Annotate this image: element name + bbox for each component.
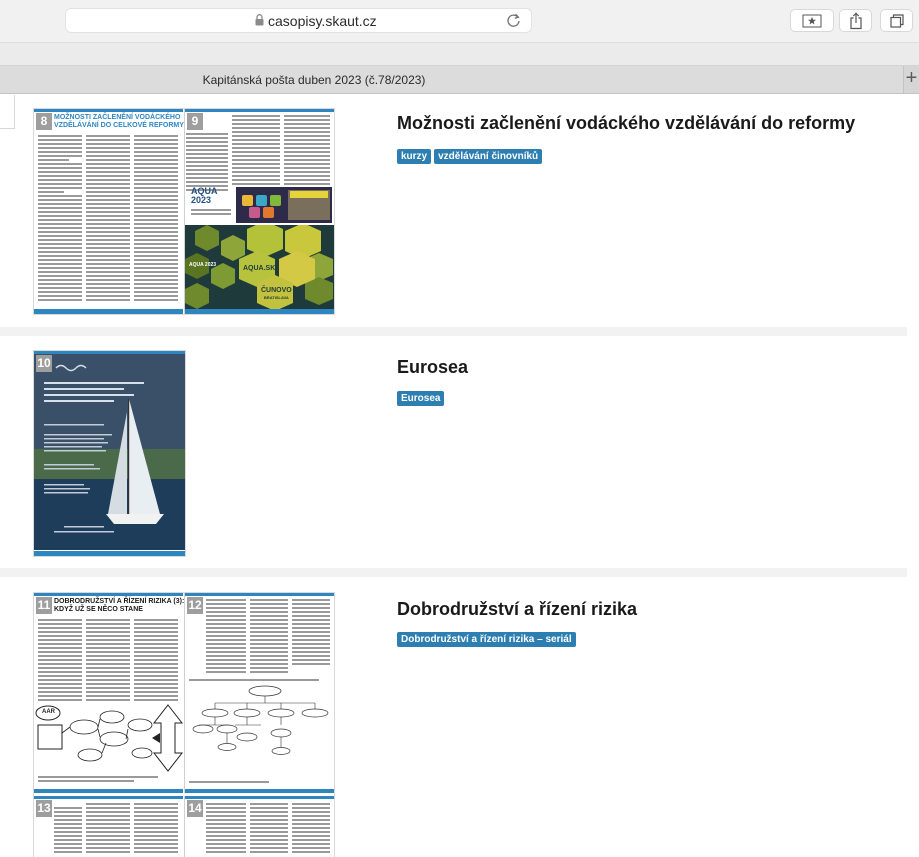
article-title[interactable]: Možnosti začlenění vodáckého vzdělávání … [397, 113, 855, 134]
tag-list: kurzy vzdělávání činovníků [397, 149, 543, 164]
lock-icon [255, 14, 264, 26]
bookmark-star-icon [802, 14, 822, 27]
tag-vzdelavani-cinovniku[interactable]: vzdělávání činovníků [434, 149, 543, 164]
page-number: 9 [187, 113, 203, 130]
page-top-bar [185, 109, 334, 112]
article-title[interactable]: Dobrodružství a řízení rizika [397, 599, 637, 620]
new-tab-button[interactable]: + [903, 66, 919, 93]
share-button[interactable] [839, 9, 872, 32]
page-footer-bar [34, 551, 185, 556]
aqua-poster-top [236, 187, 332, 223]
thumb-heading: DOBRODRUŽSTVÍ A ŘÍZENÍ RIZIKA (3): KDYŽ … [54, 598, 185, 613]
article-title[interactable]: Eurosea [397, 357, 468, 378]
tag-dobrodruzstvi-serial[interactable]: Dobrodružství a řízení rizika – seriál [397, 632, 576, 647]
article-eurosea: 10 Eurosea Eurosea [0, 336, 907, 568]
bookmark-button[interactable] [790, 9, 834, 32]
page-number: 11 [36, 597, 52, 614]
page-number: 12 [187, 597, 203, 614]
article-dobrodruzstvi: 11 DOBRODRUŽSTVÍ A ŘÍZENÍ RIZIKA (3): KD… [0, 577, 907, 857]
thumb-heading: MOŽNOSTI ZAČLENĚNÍ VODÁCKÉHO VZDĚLÁVÁNÍ … [54, 114, 184, 129]
article-thumbnail[interactable]: 11 DOBRODRUŽSTVÍ A ŘÍZENÍ RIZIKA (3): KD… [34, 593, 334, 857]
aar-diagram [35, 704, 184, 772]
article-moznosti: 8 MOŽNOSTI ZAČLENĚNÍ VODÁCKÉHO VZDĚLÁVÁN… [0, 95, 907, 327]
page-number: 14 [187, 800, 203, 817]
article-thumbnail[interactable]: 8 MOŽNOSTI ZAČLENĚNÍ VODÁCKÉHO VZDĚLÁVÁN… [34, 109, 334, 314]
browser-toolbar: casopisy.skaut.cz [0, 0, 919, 43]
tabs-overview-button[interactable] [880, 9, 913, 32]
tab-bar: Kapitánská pošta duben 2023 (č.78/2023) … [0, 66, 919, 94]
aqua-poster: AQUA.SK AQUA 2023 ČUNOVO BRATISLAVA [185, 225, 334, 309]
tab-title: Kapitánská pošta duben 2023 (č.78/2023) [202, 73, 426, 87]
tab-kapitanska-posta[interactable]: Kapitánská pošta duben 2023 (č.78/2023) [0, 66, 904, 93]
page-number: 10 [36, 355, 52, 372]
article-separator [0, 327, 907, 336]
tag-kurzy[interactable]: kurzy [397, 149, 432, 164]
page-top-bar [185, 593, 334, 596]
page-number: 13 [36, 800, 52, 817]
aqua-sk-label: AQUA.SK [243, 265, 276, 272]
tag-list: Eurosea [397, 391, 445, 406]
page-footer-bar [185, 309, 334, 314]
address-bar[interactable]: casopisy.skaut.cz [65, 8, 532, 33]
page-top-bar [34, 109, 183, 112]
cunovo-label: ČUNOVO BRATISLAVA [261, 287, 292, 300]
aar-label: AAR [42, 709, 55, 715]
aqua-logo-text: AQUA 2023 [191, 186, 218, 205]
page-top-bar [185, 796, 334, 799]
reload-icon[interactable] [505, 12, 522, 29]
page-number: 8 [36, 113, 52, 130]
aqua-2023-label: AQUA 2023 [189, 262, 217, 268]
eurosea-photo [34, 354, 185, 550]
tag-list: Dobrodružství a řízení rizika – seriál [397, 632, 576, 647]
page-footer-bar [34, 309, 183, 314]
page-top-bar [34, 593, 183, 596]
fault-tree-diagram [189, 679, 329, 755]
page-top-bar [34, 796, 183, 799]
address-url: casopisy.skaut.cz [268, 13, 377, 29]
favorites-bar [0, 43, 919, 66]
tabs-icon [889, 13, 904, 28]
tag-eurosea[interactable]: Eurosea [397, 391, 445, 406]
share-icon [849, 11, 862, 29]
article-separator [0, 568, 907, 577]
article-thumbnail[interactable]: 10 [34, 351, 185, 556]
